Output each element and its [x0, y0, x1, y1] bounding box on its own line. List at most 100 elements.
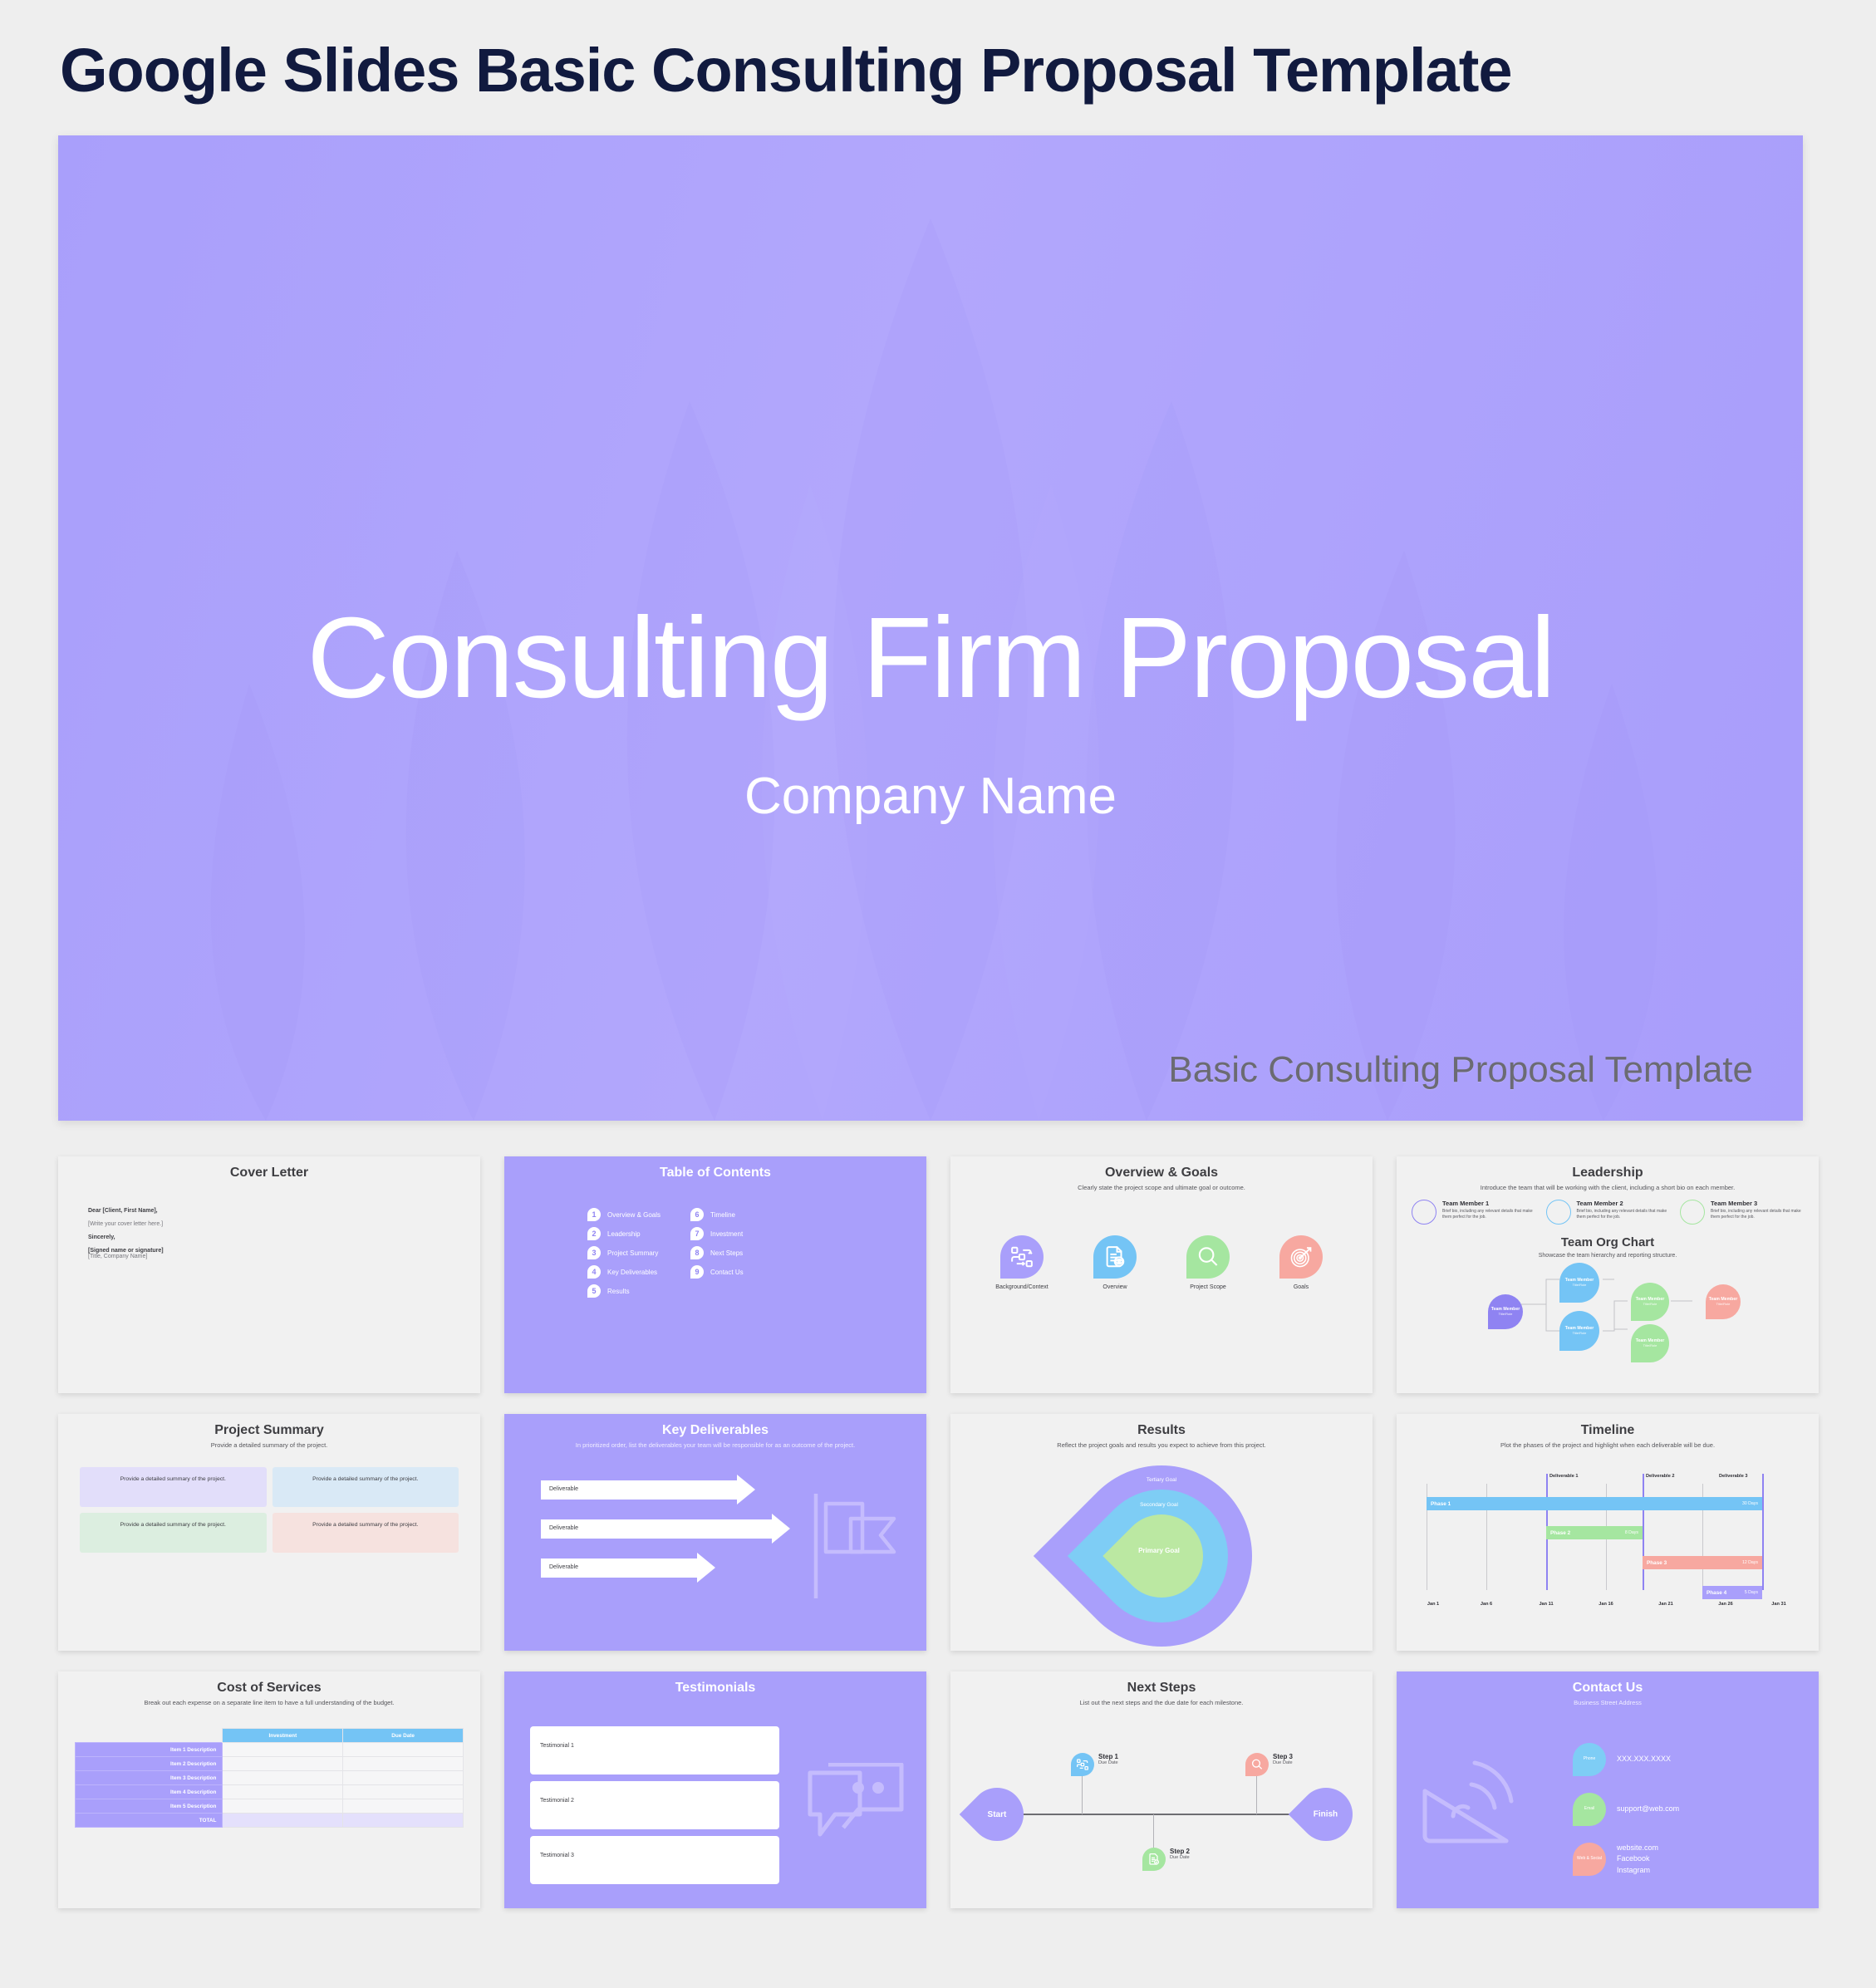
toc-number: 1 [587, 1208, 601, 1221]
testimonial-card[interactable]: Testimonial 3 [530, 1836, 779, 1884]
gantt-bar[interactable]: Phase 4 5 Days [1702, 1586, 1762, 1599]
toc-item[interactable]: 8 Next Steps [690, 1246, 744, 1259]
cover-letter-salutation: Dear [Client, First Name], [88, 1208, 158, 1214]
org-node[interactable]: Team Member Title/Role [1488, 1294, 1523, 1329]
org-chart-subtitle: Showcase the team hierarchy and reportin… [1538, 1253, 1677, 1259]
table-row[interactable]: Item 2 Description [74, 1756, 464, 1771]
investment-cell[interactable] [222, 1742, 344, 1757]
total-investment-cell[interactable] [222, 1813, 344, 1828]
org-node[interactable]: Team Member Title/Role [1559, 1263, 1599, 1303]
due-date-cell[interactable] [342, 1784, 464, 1799]
org-node[interactable]: Team Member Title/Role [1559, 1311, 1599, 1351]
toc-item[interactable]: 3 Project Summary [587, 1246, 661, 1259]
leadership-member[interactable]: Team Member 3 Brief bio, including any r… [1680, 1200, 1809, 1225]
summary-card-text: Provide a detailed summary of the projec… [312, 1522, 419, 1528]
slide-results[interactable]: Results Reflect the project goals and re… [950, 1414, 1373, 1651]
toc-item[interactable]: 7 Investment [690, 1227, 744, 1240]
cover-letter-placeholder[interactable]: [Write your cover letter here.] [88, 1221, 164, 1227]
magnifier-icon [1245, 1753, 1269, 1776]
toc-label: Project Summary [607, 1249, 659, 1257]
template-preview-page: Google Slides Basic Consulting Proposal … [0, 0, 1876, 1988]
step-node[interactable]: Step 2 Due Date [1142, 1848, 1190, 1871]
summary-card[interactable]: Provide a detailed summary of the projec… [80, 1513, 267, 1553]
summary-card[interactable]: Provide a detailed summary of the projec… [272, 1513, 459, 1553]
toc-item[interactable]: 6 Timeline [690, 1208, 744, 1221]
column-header: Due Date [342, 1728, 464, 1743]
overview-item[interactable]: Goals [1258, 1235, 1345, 1290]
start-marker[interactable]: Start [959, 1776, 1035, 1853]
investment-cell[interactable] [222, 1784, 344, 1799]
contact-row-phone[interactable]: Phone XXX.XXX.XXXX [1573, 1743, 1679, 1776]
toc-item[interactable]: 4 Key Deliverables [587, 1265, 661, 1279]
leadership-member[interactable]: Team Member 1 Brief bio, including any r… [1412, 1200, 1540, 1225]
table-row[interactable]: Item 4 Description [74, 1784, 464, 1799]
gantt-bar[interactable]: Phase 2 8 Days [1546, 1526, 1643, 1539]
investment-cell[interactable] [222, 1770, 344, 1785]
step-label-group: Step 1 Due Date [1098, 1753, 1118, 1765]
slide-cost-of-services[interactable]: Cost of Services Break out each expense … [58, 1671, 480, 1908]
toc-item[interactable]: 5 Results [587, 1284, 661, 1298]
contact-row-email[interactable]: Email support@web.com [1573, 1793, 1679, 1826]
summary-card[interactable]: Provide a detailed summary of the projec… [272, 1467, 459, 1507]
slide-title: Results [1137, 1423, 1186, 1437]
slide-key-deliverables[interactable]: Key Deliverables In prioritized order, l… [504, 1414, 926, 1651]
contact-value: XXX.XXX.XXXX [1617, 1755, 1672, 1764]
summary-card[interactable]: Provide a detailed summary of the projec… [80, 1467, 267, 1507]
gantt-bar[interactable]: Phase 3 12 Days [1643, 1556, 1762, 1569]
slide-cover-letter[interactable]: Cover Letter Dear [Client, First Name], … [58, 1156, 480, 1393]
slide-title: Key Deliverables [661, 1423, 769, 1437]
toc-number: 3 [587, 1246, 601, 1259]
toc-item[interactable]: 9 Contact Us [690, 1265, 744, 1279]
due-date-cell[interactable] [342, 1799, 464, 1814]
testimonial-text: Testimonial 3 [540, 1853, 574, 1858]
overview-item-label: Overview [1103, 1284, 1127, 1290]
investment-cell[interactable] [222, 1756, 344, 1771]
org-node[interactable]: Team Member Title/Role [1631, 1324, 1669, 1362]
step-label-group: Step 2 Due Date [1170, 1848, 1190, 1860]
slide-table-of-contents[interactable]: Table of Contents 1 Overview & Goals 2 Lea… [504, 1156, 926, 1393]
finish-marker[interactable]: Finish [1288, 1776, 1364, 1853]
table-row[interactable]: Item 3 Description [74, 1770, 464, 1785]
axis-tick: Jan 1 [1427, 1602, 1440, 1607]
total-due-date-cell[interactable] [342, 1813, 464, 1828]
cost-table-wrap: Investment Due Date Item 1 Description I… [74, 1728, 464, 1828]
slide-next-steps[interactable]: Next Steps List out the next steps and t… [950, 1671, 1373, 1908]
testimonial-card[interactable]: Testimonial 2 [530, 1781, 779, 1829]
slide-project-summary[interactable]: Project Summary Provide a detailed summa… [58, 1414, 480, 1651]
overview-item[interactable]: Project Scope [1165, 1235, 1252, 1290]
slide-contact-us[interactable]: Contact Us Business Street Address Phone… [1397, 1671, 1819, 1908]
leadership-member[interactable]: Team Member 2 Brief bio, including any r… [1545, 1200, 1675, 1225]
start-label: Start [987, 1809, 1007, 1819]
slide-testimonials[interactable]: Testimonials Testimonial 1 Testimonial 2… [504, 1671, 926, 1908]
contact-row-web-social[interactable]: Web & Social website.com Facebook Instag… [1573, 1843, 1679, 1876]
overview-item[interactable]: Overview [1072, 1235, 1159, 1290]
results-rings: Tertiary Goal Secondary Goal Primary Goa… [950, 1427, 1373, 1651]
toc-item[interactable]: 2 Leadership [587, 1227, 661, 1240]
gantt-bar[interactable]: Phase 1 30 Days [1427, 1497, 1762, 1510]
slide-title: Cost of Services [217, 1681, 322, 1695]
overview-item[interactable]: Background/Context [979, 1235, 1066, 1290]
due-date-cell[interactable] [342, 1770, 464, 1785]
next-steps-timeline: Start Finish Step 1 Due Date Step 2 Due … [950, 1745, 1373, 1886]
slide-timeline[interactable]: Timeline Plot the phases of the project … [1397, 1414, 1819, 1651]
slide-leadership[interactable]: Leadership Introduce the team that will … [1397, 1156, 1819, 1393]
investment-cell[interactable] [222, 1799, 344, 1814]
step-node[interactable]: Step 3 Due Date [1245, 1753, 1293, 1776]
step-node[interactable]: Step 1 Due Date [1071, 1753, 1118, 1776]
step-stem [1082, 1776, 1083, 1814]
table-row[interactable]: Item 5 Description [74, 1799, 464, 1814]
org-node[interactable]: Team Member Title/Role [1706, 1284, 1741, 1319]
toc-item[interactable]: 1 Overview & Goals [587, 1208, 661, 1221]
due-date-cell[interactable] [342, 1742, 464, 1757]
hero-slide[interactable]: Consulting Firm Proposal Company Name Ba… [58, 135, 1803, 1121]
slide-title: Timeline [1580, 1423, 1635, 1437]
gantt-axis: Jan 1 Jan 6 Jan 11 Jan 16 Jan 21 Jan 26 … [1427, 1602, 1800, 1613]
table-row[interactable]: Item 1 Description [74, 1742, 464, 1757]
org-node[interactable]: Team Member Title/Role [1631, 1283, 1669, 1321]
cover-letter-closing: Sincerely, [88, 1235, 115, 1240]
due-date-cell[interactable] [342, 1756, 464, 1771]
row-label: Item 3 Description [74, 1770, 223, 1785]
cover-letter-signature: [Signed name or signature] [88, 1248, 164, 1254]
slide-overview-goals[interactable]: Overview & Goals Clearly state the proje… [950, 1156, 1373, 1393]
testimonial-card[interactable]: Testimonial 1 [530, 1726, 779, 1774]
